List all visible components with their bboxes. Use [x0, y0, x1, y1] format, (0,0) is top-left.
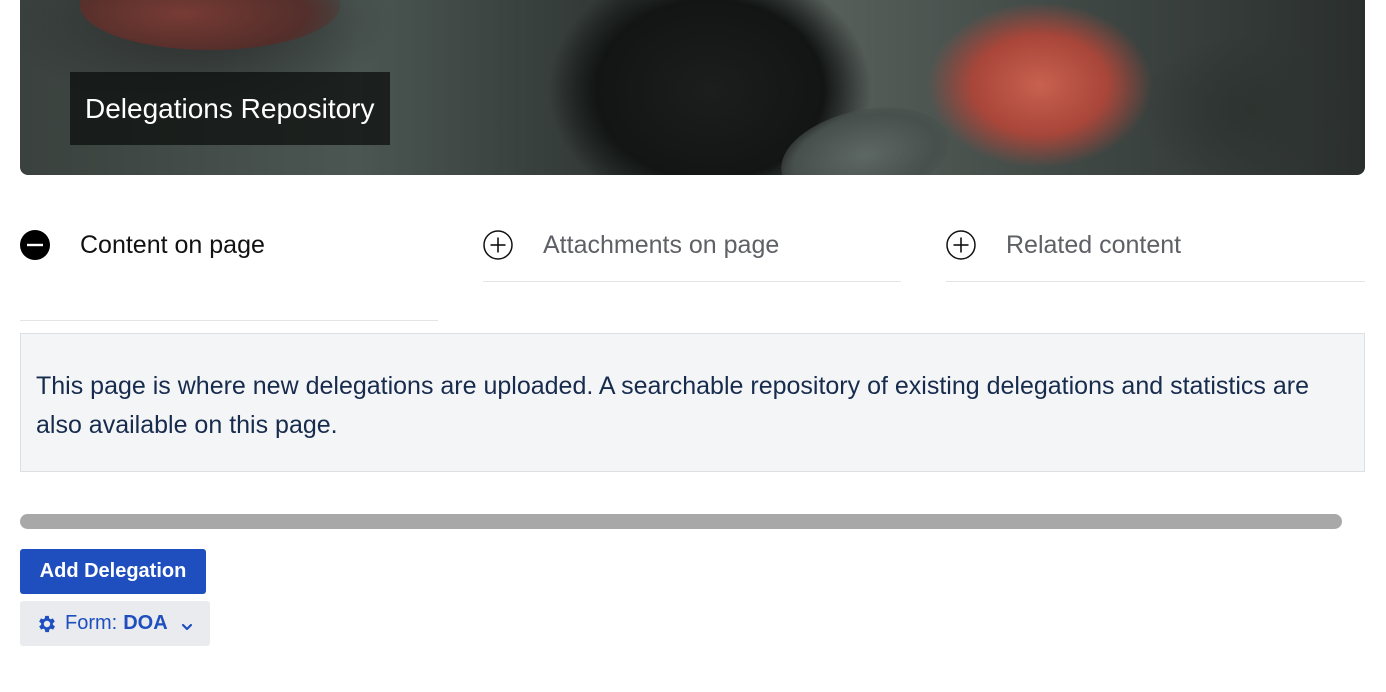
form-selector-button[interactable]: Form: DOA [20, 601, 210, 646]
chevron-down-icon [180, 617, 194, 631]
horizontal-scrollbar[interactable] [20, 514, 1342, 529]
scrollbar-thumb[interactable] [20, 514, 1342, 529]
tab-related-content[interactable]: Related content [946, 222, 1181, 268]
plus-circle-icon[interactable] [946, 230, 976, 260]
banner-flower-decoration [80, 0, 340, 50]
plus-circle-icon[interactable] [483, 230, 513, 260]
tab-content-on-page[interactable]: Content on page [20, 222, 265, 268]
content-tabs: Content on page Attachments on page Rela… [20, 222, 1365, 322]
header-banner: Delegations Repository [20, 0, 1365, 175]
tab-label: Content on page [80, 231, 265, 259]
tab-attachments-on-page[interactable]: Attachments on page [483, 222, 779, 268]
minus-circle-icon[interactable] [20, 230, 50, 260]
form-label: Form: [65, 612, 118, 634]
banner-leaf-decoration [772, 93, 958, 175]
tab-label: Attachments on page [543, 231, 780, 259]
form-value: DOA [123, 612, 168, 634]
tab-label: Related content [1006, 231, 1182, 259]
tab-divider [483, 281, 901, 282]
info-text: This page is where new delegations are u… [36, 372, 1309, 439]
page-title: Delegations Repository [70, 72, 390, 145]
tab-divider [946, 281, 1365, 282]
tab-divider [20, 320, 438, 321]
add-delegation-button[interactable]: Add Delegation [20, 549, 206, 594]
gear-icon [36, 613, 58, 635]
info-panel: This page is where new delegations are u… [20, 333, 1365, 472]
